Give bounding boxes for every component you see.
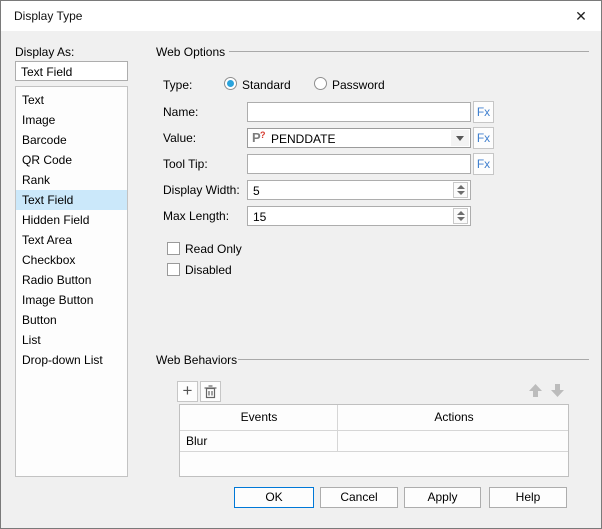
add-behavior-button[interactable]: +: [177, 381, 198, 402]
close-icon[interactable]: ✕: [570, 6, 592, 26]
list-item-hidden-field[interactable]: Hidden Field: [16, 210, 127, 230]
plus-icon: +: [182, 381, 193, 400]
radio-password-label: Password: [332, 78, 385, 92]
tooltip-label: Tool Tip:: [163, 157, 208, 171]
value-combobox-text: PENDDATE: [271, 132, 336, 146]
spin-down-icon: [457, 217, 465, 221]
delete-behavior-button[interactable]: [200, 381, 221, 402]
web-behaviors-table[interactable]: Events Actions Blur: [179, 404, 569, 477]
cancel-button[interactable]: Cancel: [320, 487, 398, 508]
list-item-image-button[interactable]: Image Button: [16, 290, 127, 310]
row-divider: [180, 451, 568, 452]
trash-icon: [204, 385, 217, 399]
list-item-text-field[interactable]: Text Field: [16, 190, 127, 210]
parameter-icon: P?: [252, 130, 266, 145]
dialog-title: Display Type: [14, 9, 83, 23]
name-fx-button[interactable]: Fx: [473, 101, 494, 123]
event-cell[interactable]: Blur: [180, 431, 338, 451]
apply-button[interactable]: Apply: [404, 487, 481, 508]
display-type-dialog: Display Type ✕ Display As: TextImageBarc…: [0, 0, 602, 529]
list-item-drop-down-list[interactable]: Drop-down List: [16, 350, 127, 370]
radio-password[interactable]: [314, 77, 327, 90]
disabled-label: Disabled: [185, 263, 232, 277]
read-only-label: Read Only: [185, 242, 242, 256]
value-dropdown-button[interactable]: [451, 130, 469, 146]
display-width-value: 5: [253, 184, 260, 198]
web-options-title: Web Options: [156, 45, 226, 59]
move-up-button[interactable]: [527, 382, 544, 399]
tooltip-fx-button[interactable]: Fx: [473, 153, 494, 175]
list-item-text-area[interactable]: Text Area: [16, 230, 127, 250]
display-as-label: Display As:: [15, 45, 75, 59]
list-item-qr-code[interactable]: QR Code: [16, 150, 127, 170]
display-width-spinner[interactable]: 5: [247, 180, 471, 200]
list-item-list[interactable]: List: [16, 330, 127, 350]
spin-up-icon: [457, 211, 465, 215]
display-width-spin-buttons[interactable]: [453, 182, 468, 198]
spin-down-icon: [457, 191, 465, 195]
disabled-checkbox[interactable]: [167, 263, 180, 276]
name-input[interactable]: [247, 102, 471, 122]
value-combobox[interactable]: P? PENDDATE: [247, 128, 471, 148]
read-only-checkbox[interactable]: [167, 242, 180, 255]
down-arrow-icon: [551, 384, 564, 397]
title-bar: Display Type ✕: [1, 1, 601, 31]
radio-standard-label: Standard: [242, 78, 291, 92]
type-label: Type:: [163, 78, 193, 92]
help-button[interactable]: Help: [489, 487, 567, 508]
web-options-divider: [229, 51, 589, 52]
list-item-radio-button[interactable]: Radio Button: [16, 270, 127, 290]
list-item-rank[interactable]: Rank: [16, 170, 127, 190]
display-as-listbox[interactable]: Text Image Barcode QR Code Rank Text Field Hid…: [15, 86, 128, 477]
max-length-label: Max Length:: [163, 209, 230, 223]
list-item-barcode[interactable]: Barcode: [16, 130, 127, 150]
list-item-image[interactable]: Image: [16, 110, 127, 130]
display-width-label: Display Width:: [163, 183, 240, 197]
max-length-value: 15: [253, 210, 267, 224]
display-as-input[interactable]: [15, 61, 128, 81]
up-arrow-icon: [529, 384, 542, 397]
radio-standard[interactable]: [224, 77, 237, 90]
list-item-checkbox[interactable]: Checkbox: [16, 250, 127, 270]
max-length-spinner[interactable]: 15: [247, 206, 471, 226]
value-label: Value:: [163, 131, 197, 145]
list-item-button[interactable]: Button: [16, 310, 127, 330]
name-label: Name:: [163, 105, 199, 119]
action-cell[interactable]: [338, 431, 570, 451]
tooltip-input[interactable]: [247, 154, 471, 174]
spin-up-icon: [457, 185, 465, 189]
max-length-spin-buttons[interactable]: [453, 208, 468, 224]
actions-column-header: Actions: [434, 410, 474, 424]
value-fx-button[interactable]: Fx: [473, 127, 494, 149]
chevron-down-icon: [456, 136, 464, 141]
list-item-text[interactable]: Text: [16, 90, 127, 110]
ok-button[interactable]: OK: [234, 487, 314, 508]
move-down-button[interactable]: [549, 382, 566, 399]
web-behaviors-divider: [238, 359, 589, 360]
web-behaviors-title: Web Behaviors: [156, 353, 238, 367]
events-column-header: Events: [240, 410, 278, 424]
